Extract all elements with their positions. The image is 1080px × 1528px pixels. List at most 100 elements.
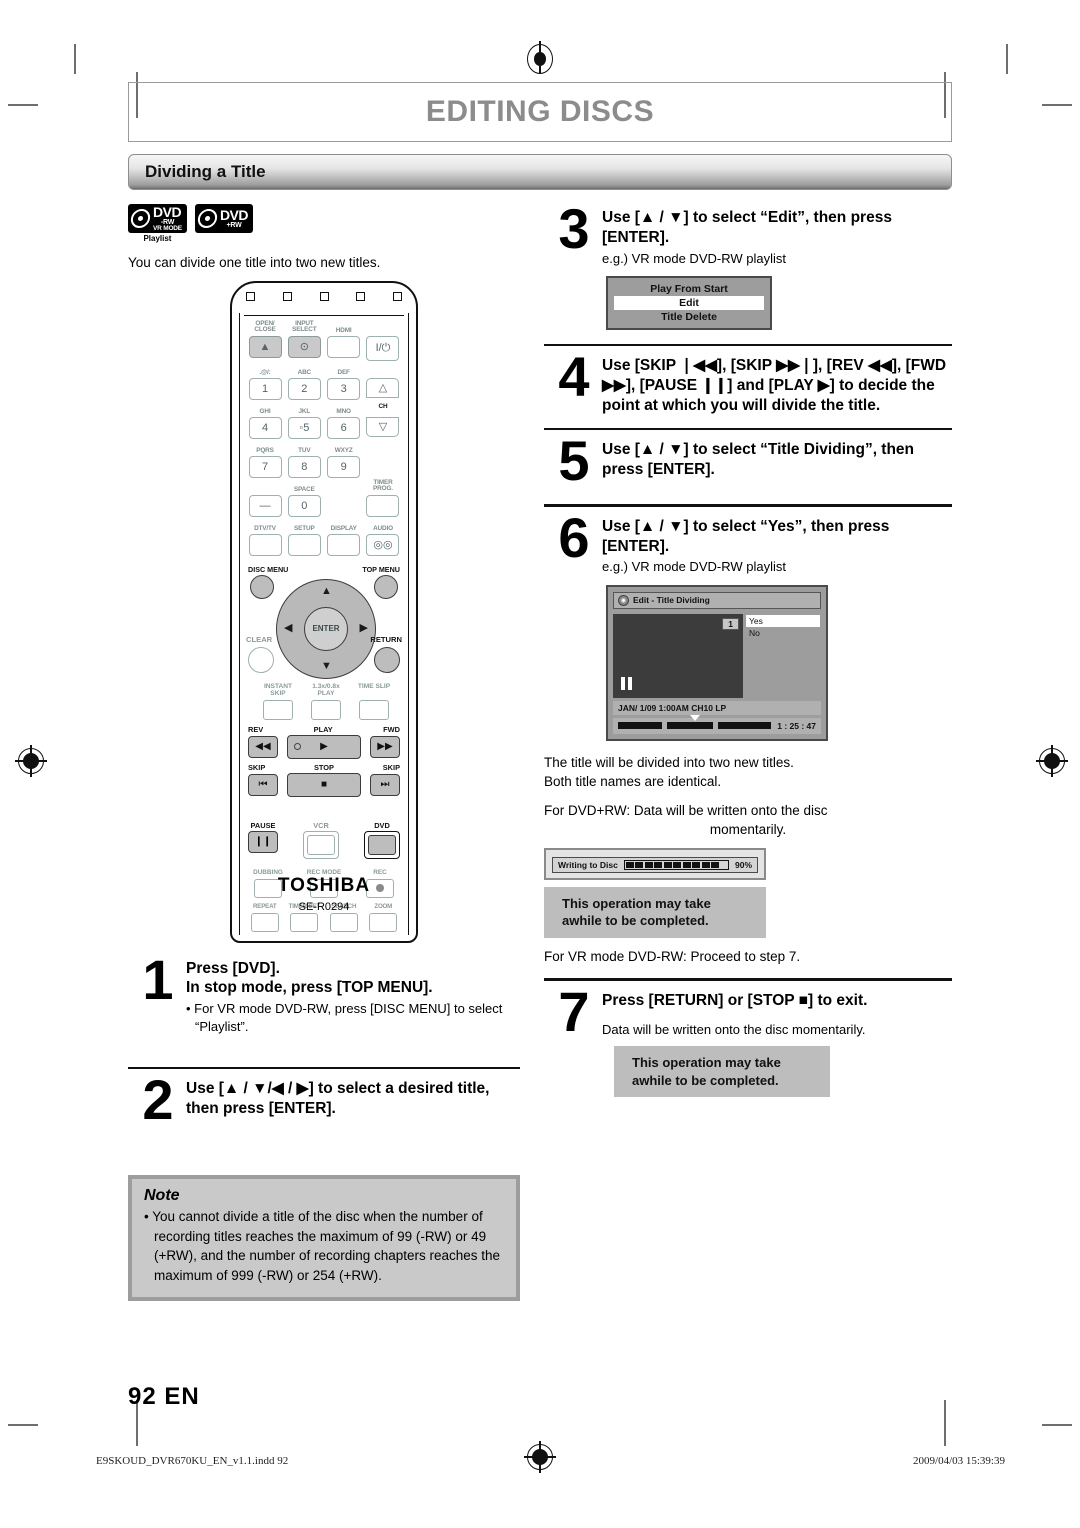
osd-progress-bar[interactable] (618, 715, 772, 730)
osd-menu-item[interactable]: Title Delete (614, 310, 764, 324)
time-slip-icon (359, 699, 389, 720)
step-6-dvdplusrw-line2: momentarily. (709, 822, 787, 838)
key-return[interactable] (374, 646, 400, 673)
right-column: 3 Use [▲ / ▼] to select “Edit”, then pre… (532, 201, 952, 1301)
crop-mark-top-right-v (1006, 44, 1008, 74)
key-dvd[interactable] (368, 834, 396, 855)
key-fwd[interactable]: ▶▶ (370, 735, 400, 758)
key-pause[interactable]: ❙❙ (248, 830, 278, 853)
return-label: RETURN (370, 634, 402, 644)
key-5[interactable]: JKL ◦5 (285, 402, 323, 439)
zoom-icon (369, 912, 398, 932)
key-setup[interactable]: SETUP (285, 519, 323, 556)
dtv-tv-icon (248, 533, 282, 556)
remote-keypad: OPEN/CLOSE ▲ INPUT SELECT ⊙ HDMI I/⏻ .@/… (246, 320, 402, 558)
arrow-down-icon[interactable]: ▼ (321, 660, 332, 672)
key-3[interactable]: DEF 3 (325, 363, 363, 400)
arrow-right-icon[interactable]: ▶ (360, 622, 368, 634)
step-5-number: 5 (558, 429, 589, 493)
key-1[interactable]: .@/: 1 (246, 363, 284, 400)
play-led-icon (294, 742, 301, 750)
key-input-select[interactable]: INPUT SELECT ⊙ (285, 320, 323, 361)
osd-time-code: 1 : 25 : 47 (777, 720, 816, 731)
page-title: EDITING DISCS (425, 95, 655, 128)
step-4-number: 4 (558, 345, 589, 409)
key-display[interactable]: DISPLAY (325, 519, 363, 556)
crop-mark-top-left-v (74, 44, 76, 74)
source-select-row: PAUSE ❙❙ VCR DVD (248, 821, 400, 859)
key-timer-prog[interactable]: TIMER PROG. (364, 479, 402, 517)
step-divider-1 (128, 1066, 520, 1070)
key-4[interactable]: GHI 4 (246, 402, 284, 439)
osd-option-no[interactable]: No (746, 627, 820, 639)
key-skip-back[interactable]: ⏮ (248, 773, 278, 796)
arrow-left-icon[interactable]: ◀ (284, 622, 292, 634)
disc-logo-main: DVD (219, 207, 249, 223)
key-hdmi[interactable]: HDMI (325, 321, 363, 361)
key-play[interactable]: ▶ (287, 734, 361, 759)
step-7-notice: This operation may take awhile to be com… (614, 1046, 830, 1098)
disc-icon: ◉ (618, 594, 629, 606)
key-skip-forward[interactable]: ⏭ (370, 773, 400, 796)
step-6-notice-line2: awhile to be completed. (562, 913, 709, 929)
remote-control-body: OPEN/CLOSE ▲ INPUT SELECT ⊙ HDMI I/⏻ .@/… (230, 280, 418, 943)
chapter-header: EDITING DISCS (128, 82, 952, 142)
key-rev[interactable]: ◀◀ (248, 735, 278, 758)
hdmi-icon (327, 335, 361, 358)
key-stop[interactable]: ■ (287, 772, 361, 797)
key-channel-down[interactable]: CH ▽ (364, 402, 402, 439)
key-2[interactable]: ABC 2 (285, 363, 323, 400)
key-channel-up[interactable]: △ (364, 363, 402, 400)
remote-model: SE-R0294 (298, 900, 350, 913)
crop-mark-top-left-h (8, 104, 38, 106)
section-title: Dividing a Title (145, 162, 266, 181)
osd-video-preview: 1 (613, 613, 743, 698)
digit-2-label: 2 (287, 377, 321, 400)
key-dash[interactable]: — (246, 480, 284, 517)
key-audio[interactable]: AUDIO ◎◎ (364, 519, 402, 556)
disc-logo-dvd-rw-vr-mode: DVD -RW VR MODE Playlist (128, 204, 187, 243)
transport-labels-1: REV PLAY FWD (248, 725, 400, 734)
step-3-heading: Use [▲ / ▼] to select “Edit”, then press… (602, 209, 892, 246)
key-instant-skip[interactable]: INSTANT SKIP (254, 683, 302, 720)
crop-mark-top-right-h (1042, 104, 1072, 106)
digit-7-label: 7 (248, 455, 282, 478)
key-dtv-tv[interactable]: DTV/TV (246, 519, 284, 556)
step-2: 2 Use [▲ / ▼/◀ / ▶] to select a desired … (128, 1072, 520, 1128)
key-time-slip[interactable]: TIME SLIP (350, 683, 398, 720)
disc-logo-sub2: VR MODE (153, 224, 182, 232)
key-disc-menu[interactable] (250, 574, 274, 599)
key-9[interactable]: WXYZ 9 (325, 441, 363, 478)
osd-window-title: Edit - Title Dividing (633, 595, 710, 606)
step-7-sub: Data will be written onto the disc momen… (602, 1021, 866, 1037)
key-0[interactable]: SPACE 0 (285, 480, 323, 517)
key-7[interactable]: PQRS 7 (246, 441, 284, 478)
key-8[interactable]: TUV 8 (285, 441, 323, 478)
step-divider-3 (544, 343, 952, 347)
osd-option-yes[interactable]: Yes (746, 614, 820, 627)
osd-menu-item[interactable]: Play From Start (614, 282, 764, 296)
vcr-label: VCR (313, 820, 329, 830)
key-clear[interactable] (248, 646, 274, 673)
writing-progress-bar (623, 859, 729, 870)
direction-pad[interactable]: ▲ ▼ ◀ ▶ ENTER (276, 578, 376, 679)
key-open-close[interactable]: OPEN/CLOSE ▲ (246, 320, 284, 361)
remote-divider (244, 314, 404, 317)
key-enter[interactable]: ENTER (304, 606, 348, 651)
key-vcr[interactable] (307, 834, 335, 855)
key-play-speed[interactable]: 1.3x/0.8x PLAY (302, 683, 350, 720)
key-top-menu[interactable] (374, 574, 398, 599)
step-1-heading-line2: In stop mode, press [TOP MENU]. (186, 979, 433, 997)
search-icon (329, 912, 358, 932)
key-power[interactable]: I/⏻ (364, 321, 402, 361)
key-6[interactable]: MNO 6 (325, 402, 363, 439)
rev-label: REV (248, 724, 264, 734)
step-6-number: 6 (558, 505, 589, 569)
chevron-down-icon: ▽ (366, 416, 400, 437)
timer-prog-icon (366, 494, 400, 517)
arrow-up-icon[interactable]: ▲ (321, 585, 332, 597)
playhead-marker-icon (690, 715, 701, 722)
osd-menu-item-selected[interactable]: Edit (614, 295, 764, 310)
menu-key-labels: DISC MENU TOP MENU (248, 565, 400, 574)
writing-progress-percent: 90% (734, 859, 752, 870)
